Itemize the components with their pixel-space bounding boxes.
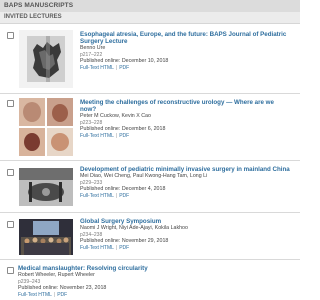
article-title-link[interactable]: Global Surgery Symposium <box>80 218 290 225</box>
article-thumbnail[interactable] <box>19 219 73 255</box>
article-thumbnail[interactable] <box>19 168 73 206</box>
article-title-link[interactable]: Esophageal atresia, Europe, and the futu… <box>80 31 290 45</box>
article-title-link[interactable]: Medical manslaughter: Resolving circular… <box>18 265 288 272</box>
article-item: Development of pediatric minimally invas… <box>0 160 300 213</box>
select-checkbox[interactable] <box>7 267 14 274</box>
article-published-date: Published online: November 23, 2018 <box>18 285 107 291</box>
article-info: Development of pediatric minimally invas… <box>80 166 290 199</box>
article-info: Global Surgery Symposium Naomi J Wright,… <box>80 218 290 251</box>
article-links: Full-Text HTML | PDF <box>80 65 290 71</box>
fulltext-html-link[interactable]: Full-Text HTML <box>80 65 114 71</box>
article-title-link[interactable]: Development of pediatric minimally invas… <box>80 166 290 173</box>
article-title-link[interactable]: Meeting the challenges of reconstructive… <box>80 99 290 113</box>
article-info: Esophageal atresia, Europe, and the futu… <box>80 31 290 71</box>
select-checkbox[interactable] <box>7 221 14 228</box>
fulltext-html-link[interactable]: Full-Text HTML <box>80 193 114 199</box>
article-info: Medical manslaughter: Resolving circular… <box>18 265 288 298</box>
article-published-date: Published online: November 29, 2018 <box>80 238 169 244</box>
article-thumbnail[interactable] <box>19 98 73 156</box>
article-links: Full-Text HTML | PDF <box>80 133 290 139</box>
article-thumbnail[interactable] <box>19 30 73 88</box>
fulltext-html-link[interactable]: Full-Text HTML <box>80 133 114 139</box>
article-item: Esophageal atresia, Europe, and the futu… <box>0 25 300 94</box>
article-authors: Benno Ure <box>80 45 106 52</box>
article-published-date: Published online: December 4, 2018 <box>80 186 166 192</box>
article-item: Global Surgery Symposium Naomi J Wright,… <box>0 212 300 260</box>
pdf-link[interactable]: PDF <box>119 133 129 139</box>
fulltext-html-link[interactable]: Full-Text HTML <box>80 245 114 251</box>
article-info: Meeting the challenges of reconstructive… <box>80 99 290 139</box>
article-published-date: Published online: December 6, 2018 <box>80 126 166 133</box>
subsection-header: INVITED LECTURES <box>0 12 300 24</box>
pdf-link[interactable]: PDF <box>119 245 129 251</box>
select-checkbox[interactable] <box>7 32 14 39</box>
pdf-link[interactable]: PDF <box>57 292 67 298</box>
select-checkbox[interactable] <box>7 169 14 176</box>
article-authors: Peter M Cuckow, Kevin X Cao <box>80 113 151 120</box>
article-published-date: Published online: December 10, 2018 <box>80 58 169 65</box>
subsection-title: INVITED LECTURES <box>4 14 62 20</box>
article-authors: Mei Diao, Wei Cheng, Paul Kwong-Hang Tam… <box>80 173 208 180</box>
fulltext-html-link[interactable]: Full-Text HTML <box>18 292 52 298</box>
article-links: Full-Text HTML | PDF <box>80 245 290 251</box>
article-links: Full-Text HTML | PDF <box>18 292 288 298</box>
article-item: Meeting the challenges of reconstructive… <box>0 93 300 161</box>
section-title: BAPS MANUSCRIPTS <box>4 2 74 9</box>
article-links: Full-Text HTML | PDF <box>80 193 290 199</box>
article-authors: Robert Wheeler, Rupert Wheeler <box>18 272 95 279</box>
pdf-link[interactable]: PDF <box>119 193 129 199</box>
section-header: BAPS MANUSCRIPTS <box>0 0 300 12</box>
select-checkbox[interactable] <box>7 100 14 107</box>
pdf-link[interactable]: PDF <box>119 65 129 71</box>
article-item: Medical manslaughter: Resolving circular… <box>0 259 300 300</box>
article-authors: Naomi J Wright, Niyi Ade-Ajayi, Kokila L… <box>80 225 188 232</box>
